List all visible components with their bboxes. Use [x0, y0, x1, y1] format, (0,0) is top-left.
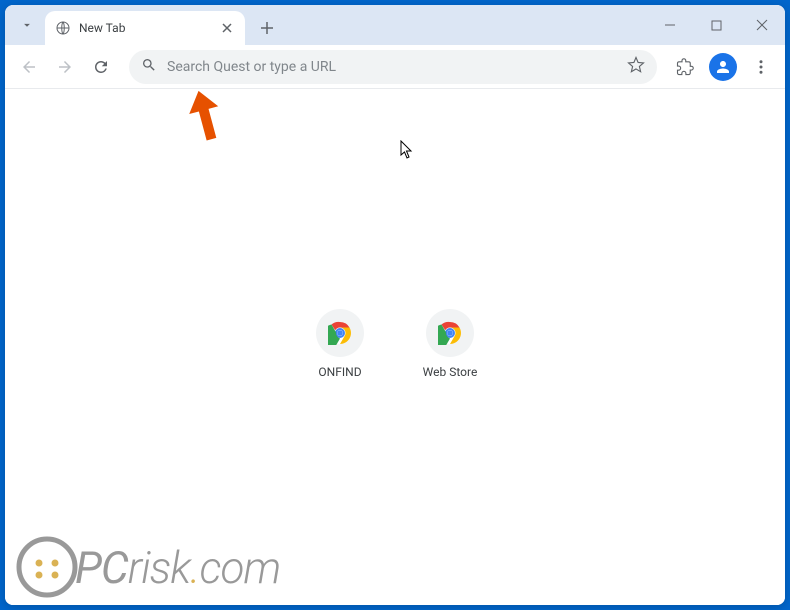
close-icon — [222, 23, 232, 33]
shortcut-icon-circle — [426, 309, 474, 357]
close-window-button[interactable] — [739, 9, 785, 41]
new-tab-button[interactable] — [253, 14, 281, 42]
arrow-right-icon — [56, 58, 74, 76]
address-bar-placeholder: Search Quest or type a URL — [167, 59, 627, 75]
bookmark-button[interactable] — [627, 56, 645, 78]
shortcut-label: ONFIND — [318, 365, 361, 379]
browser-window: New Tab — [5, 5, 785, 605]
tab-search-button[interactable] — [13, 11, 41, 39]
shortcut-onfind[interactable]: ONFIND — [295, 309, 385, 379]
dots-vertical-icon — [752, 58, 770, 76]
address-bar[interactable]: Search Quest or type a URL — [129, 50, 657, 84]
minimize-icon — [664, 19, 676, 31]
reload-icon — [92, 58, 110, 76]
tab-title: New Tab — [79, 21, 219, 35]
person-icon — [714, 58, 732, 76]
maximize-icon — [711, 20, 722, 31]
puzzle-icon — [676, 58, 694, 76]
chevron-down-icon — [20, 18, 34, 32]
extensions-button[interactable] — [669, 51, 701, 83]
page-content: ONFIND Web Store — [5, 89, 785, 605]
forward-button[interactable] — [49, 51, 81, 83]
arrow-left-icon — [20, 58, 38, 76]
close-icon — [756, 19, 768, 31]
shortcut-webstore[interactable]: Web Store — [405, 309, 495, 379]
profile-button[interactable] — [709, 53, 737, 81]
shortcut-icon-circle — [316, 309, 364, 357]
tab-strip: New Tab — [5, 5, 785, 45]
search-icon — [141, 57, 157, 77]
chrome-icon — [438, 321, 462, 345]
maximize-button[interactable] — [693, 9, 739, 41]
window-controls — [647, 5, 785, 45]
toolbar: Search Quest or type a URL — [5, 45, 785, 89]
star-icon — [627, 56, 645, 74]
back-button[interactable] — [13, 51, 45, 83]
globe-icon — [55, 20, 71, 36]
tab-close-button[interactable] — [219, 20, 235, 36]
plus-icon — [260, 21, 274, 35]
minimize-button[interactable] — [647, 9, 693, 41]
chrome-icon — [328, 321, 352, 345]
menu-button[interactable] — [745, 51, 777, 83]
reload-button[interactable] — [85, 51, 117, 83]
shortcuts-grid: ONFIND Web Store — [295, 309, 495, 379]
browser-tab[interactable]: New Tab — [45, 11, 245, 45]
shortcut-label: Web Store — [423, 365, 478, 379]
